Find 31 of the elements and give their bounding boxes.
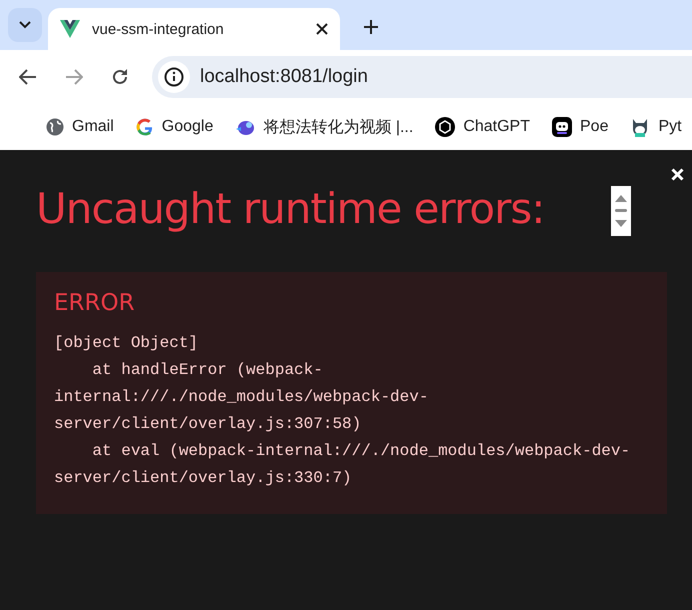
info-icon[interactable]: [158, 61, 190, 93]
browser-tab[interactable]: vue-ssm-integration: [48, 8, 340, 50]
stack-trace-line: at handleError (webpack-internal:///./node_modules/webpack-dev-server/client/overlay.js:307:58): [54, 360, 430, 435]
globe-icon: [46, 118, 64, 136]
chatgpt-icon: [435, 117, 456, 137]
tab-list-button[interactable]: [8, 8, 42, 42]
vue-logo-icon: [60, 20, 80, 38]
scroll-arrows-icon[interactable]: [611, 186, 631, 236]
stack-trace-line: [object Object]: [54, 333, 200, 354]
bookmark-item[interactable]: Pyt: [630, 117, 682, 137]
caret-icon: [19, 21, 31, 29]
close-icon[interactable]: [316, 23, 328, 35]
close-button[interactable]: [669, 166, 686, 183]
address-field[interactable]: localhost:8081/login: [152, 56, 692, 98]
forward-arrow-icon: [65, 69, 83, 85]
reload-icon: [111, 68, 129, 86]
stack-trace-line: at eval (webpack-internal:///./node_modules/webpack-dev-server/client/overlay.js:330:7): [54, 441, 632, 489]
back-arrow-icon: [19, 69, 37, 85]
url-text: localhost:8081/login: [200, 66, 368, 88]
bookmark-item[interactable]: 将想法转化为视频 |...: [235, 116, 414, 138]
tab-title: vue-ssm-integration: [92, 20, 225, 38]
plus-icon: [364, 20, 378, 34]
bookmark-item[interactable]: ChatGPT: [435, 117, 530, 137]
bookmark-item[interactable]: Google: [136, 118, 214, 136]
error-heading: ERROR: [54, 290, 136, 316]
bookmark-item[interactable]: Poe: [552, 117, 608, 137]
bookmark-item[interactable]: Gmail: [46, 118, 114, 136]
poe-icon: [552, 117, 572, 137]
close-icon: [671, 168, 684, 181]
google-icon: [136, 118, 154, 136]
overlay-title: Uncaught runtime errors:: [36, 184, 544, 233]
